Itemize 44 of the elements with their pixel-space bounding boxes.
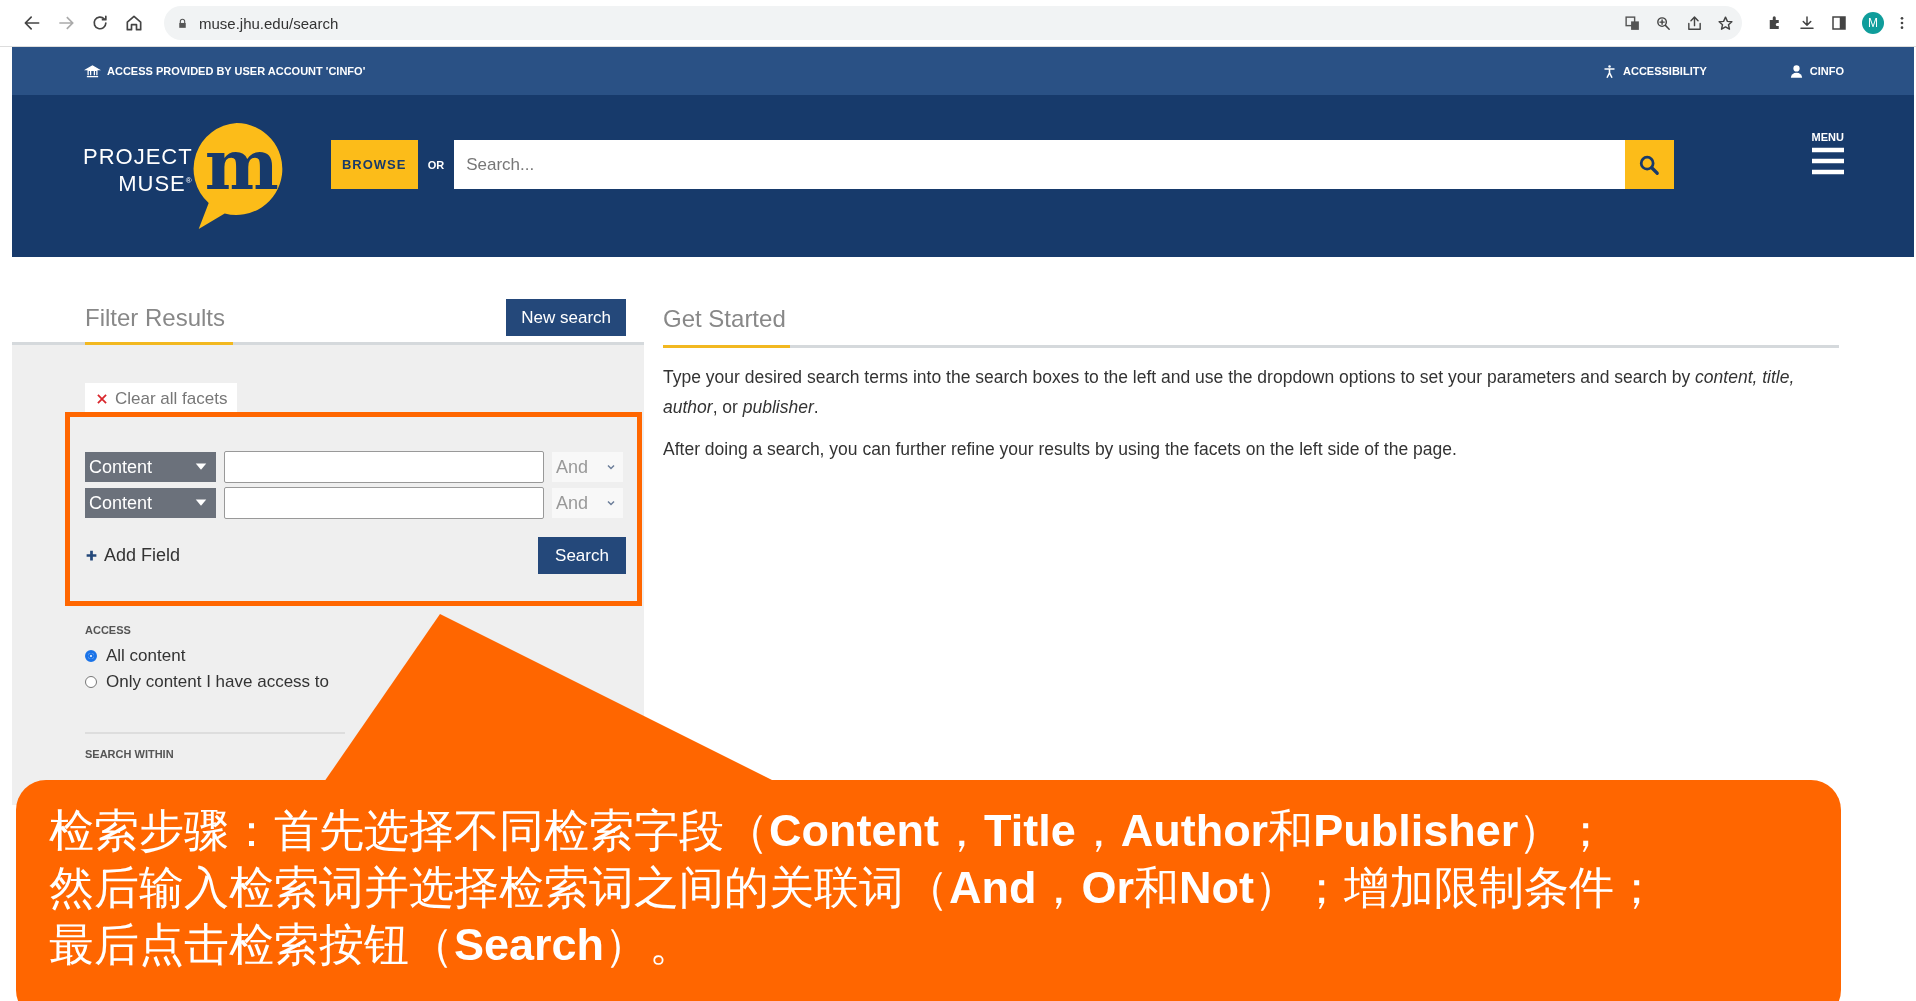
- annotation-text: 检索步骤：首先选择不同检索字段（Content，Title，Author和Publisher）； 然后输入检索词并选择检索词之间的关联词（And，Or和Not）；增加限制条件； 最后点击检索按钮（Search）。: [49, 804, 1660, 972]
- search-icon: [1638, 153, 1661, 176]
- search-term-field[interactable]: [224, 451, 544, 483]
- back-icon[interactable]: [22, 13, 42, 33]
- close-icon: [95, 392, 109, 406]
- new-search-button[interactable]: New search: [506, 299, 626, 336]
- section-heading: ACCESS: [85, 624, 132, 636]
- section-heading: SEARCH WITHIN: [85, 748, 175, 760]
- home-icon[interactable]: [124, 13, 144, 33]
- help-paragraph: Type your desired search terms into the search boxes to the left and use the dropdown options to set your parameters and search by content, title, author, or publisher.: [663, 366, 1796, 419]
- search-field[interactable]: Search...: [454, 140, 1625, 189]
- zoom-icon[interactable]: [1655, 14, 1672, 32]
- search-term-field[interactable]: [224, 487, 544, 519]
- lock-icon: [176, 16, 189, 30]
- radio-button[interactable]: [85, 650, 97, 662]
- reload-icon[interactable]: [90, 13, 110, 33]
- plus-icon: [85, 549, 98, 562]
- institution-icon: [84, 63, 101, 79]
- side-panel-icon[interactable]: [1830, 14, 1848, 32]
- search-button[interactable]: [1624, 140, 1674, 189]
- add-field-button[interactable]: Add Field: [85, 545, 181, 566]
- radio-button[interactable]: [85, 676, 97, 688]
- menu-button[interactable]: MENU: [1811, 131, 1844, 175]
- menu-icon: [1811, 147, 1844, 175]
- field-dropdown[interactable]: Content: [85, 452, 216, 482]
- translate-icon[interactable]: [1624, 14, 1641, 32]
- option-label: Only content I have access to: [106, 672, 329, 692]
- download-icon[interactable]: [1798, 14, 1816, 32]
- option-label: All content: [106, 646, 186, 666]
- star-icon[interactable]: [1717, 14, 1734, 32]
- field-dropdown[interactable]: Content: [85, 488, 216, 518]
- accessibility-icon: [1602, 63, 1618, 79]
- share-icon[interactable]: [1686, 14, 1703, 32]
- section-title: Get Started: [663, 293, 790, 348]
- accessibility-link[interactable]: ACCESSIBILITY: [1623, 65, 1707, 77]
- user-icon: [1788, 63, 1804, 79]
- more-icon[interactable]: [1898, 14, 1906, 32]
- account-link[interactable]: CINFO: [1809, 65, 1844, 77]
- browse-button[interactable]: BROWSE: [330, 140, 418, 189]
- or-label: OR: [427, 158, 445, 171]
- clear-facets-button[interactable]: Clear all facets: [85, 383, 238, 415]
- search-submit-button[interactable]: Search: [538, 537, 626, 574]
- access-notice: ACCESS PROVIDED BY USER ACCOUNT 'CINFO': [107, 65, 366, 77]
- help-paragraph: After doing a search, you can further refine your results by using the facets on the left side of the page.: [663, 438, 1458, 461]
